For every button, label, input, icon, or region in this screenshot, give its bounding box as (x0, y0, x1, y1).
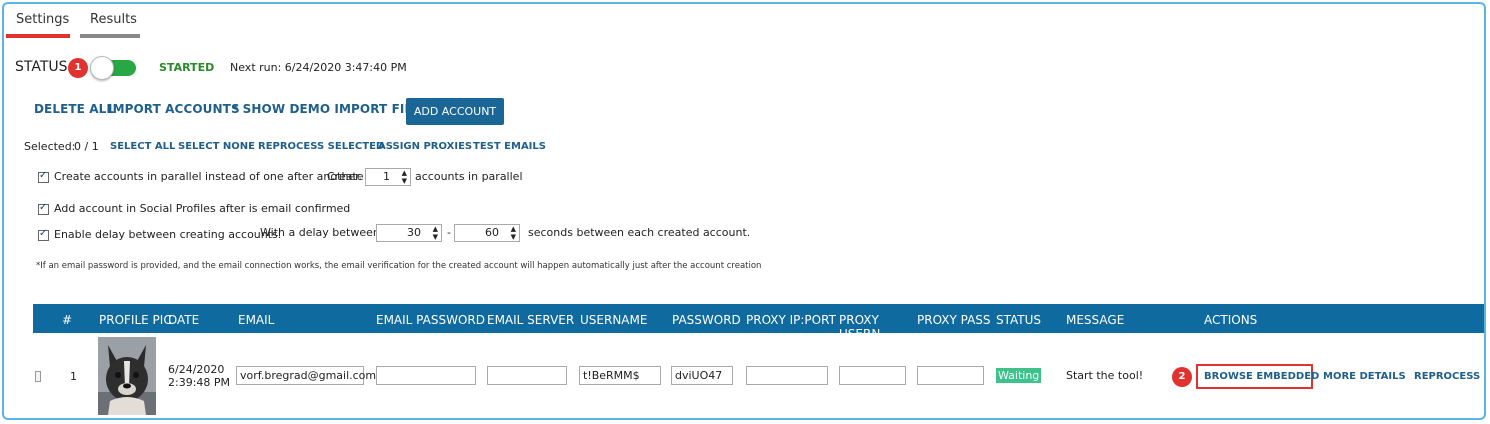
col-header-actions: ACTIONS (1204, 313, 1258, 327)
col-header-index: # (62, 313, 73, 327)
row-select-checkbox[interactable] (35, 371, 41, 382)
next-run-text: Next run: 6/24/2020 3:47:40 PM (230, 61, 407, 74)
row-date: 6/24/2020 2:39:48 PM (168, 363, 230, 389)
username-field[interactable]: t!BeRMM$ (579, 366, 661, 385)
delay-prefix: With a delay between (260, 226, 380, 239)
parallel-suffix: accounts in parallel (415, 170, 523, 183)
add-account-button[interactable]: ADD ACCOUNT (406, 98, 504, 125)
col-header-date: DATE (168, 313, 200, 327)
status-toggle[interactable] (90, 56, 136, 80)
col-header-email-password: EMAIL PASSWORD (376, 313, 485, 327)
show-demo-import-link[interactable]: * SHOW DEMO IMPORT FILE (232, 102, 421, 116)
callout-badge-1: 1 (68, 58, 88, 78)
col-header-email: EMAIL (238, 313, 275, 327)
delay-min-stepper[interactable]: 30 ▲ ▼ (376, 224, 442, 242)
spinner-arrows-icon[interactable]: ▲ ▼ (511, 225, 516, 241)
more-details-button[interactable]: MORE DETAILS (1323, 371, 1406, 382)
email-verification-note: *If an email password is provided, and t… (36, 261, 762, 271)
status-badge: Waiting (996, 368, 1042, 383)
delay-min-value: 30 (407, 226, 421, 239)
parallel-checkbox[interactable] (38, 170, 49, 183)
tab-settings-underline (6, 34, 70, 38)
parallel-count-stepper[interactable]: 1 ▲ ▼ (365, 168, 411, 186)
row-date-line2: 2:39:48 PM (168, 376, 231, 389)
parallel-create-label: Create (327, 170, 364, 183)
reprocess-button[interactable]: REPROCESS (1414, 371, 1480, 382)
selected-label: Selected: (24, 140, 76, 153)
test-emails-link[interactable]: TEST EMAILS (473, 141, 546, 152)
proxy-user-field[interactable] (839, 366, 906, 385)
delay-label: Enable delay between creating accounts. (54, 228, 282, 241)
row-index: 1 (70, 370, 77, 383)
col-header-message: MESSAGE (1066, 313, 1125, 327)
delete-all-link[interactable]: DELETE ALL (34, 102, 114, 116)
delay-checkbox[interactable] (38, 228, 49, 241)
delay-suffix: seconds between each created account. (528, 226, 751, 239)
status-state: STARTED (159, 61, 215, 74)
profile-pic (98, 337, 156, 415)
assign-proxies-link[interactable]: ASSIGN PROXIES (378, 141, 472, 152)
col-header-email-server: EMAIL SERVER (487, 313, 575, 327)
delay-max-value: 60 (485, 226, 499, 239)
delay-max-stepper[interactable]: 60 ▲ ▼ (454, 224, 520, 242)
status-label: STATUS (15, 59, 68, 75)
import-accounts-link[interactable]: IMPORT ACCOUNTS (108, 102, 240, 116)
proxy-ip-field[interactable] (746, 366, 828, 385)
select-none-link[interactable]: SELECT NONE (178, 141, 255, 152)
callout-badge-2: 2 (1172, 367, 1192, 387)
parallel-label: Create accounts in parallel instead of o… (54, 170, 363, 183)
row-message: Start the tool! (1066, 369, 1144, 382)
tab-results[interactable]: Results (90, 12, 137, 27)
selected-count: 0 / 1 (74, 140, 99, 153)
email-password-field[interactable] (376, 366, 476, 385)
email-server-field[interactable] (487, 366, 567, 385)
browse-embedded-button[interactable]: BROWSE EMBEDDED (1204, 371, 1319, 382)
toggle-knob (90, 56, 114, 80)
proxy-pass-field[interactable] (917, 366, 984, 385)
app-frame: Settings Results STATUS 1 STARTED Next r… (2, 2, 1486, 420)
email-field[interactable]: vorf.bregrad@gmail.com (236, 366, 376, 385)
col-header-proxy-ip: PROXY IP:PORT (746, 313, 836, 327)
spinner-arrows-icon[interactable]: ▲ ▼ (402, 169, 407, 185)
tab-settings[interactable]: Settings (16, 12, 69, 27)
select-all-link[interactable]: SELECT ALL (110, 141, 175, 152)
col-header-status: STATUS (996, 313, 1042, 327)
row-date-line1: 6/24/2020 (168, 363, 225, 376)
spinner-arrows-icon[interactable]: ▲ ▼ (433, 225, 438, 241)
reprocess-selected-link[interactable]: REPROCESS SELECTED (258, 141, 384, 152)
parallel-count-value: 1 (383, 170, 390, 183)
password-field[interactable]: dviUO47 (671, 366, 733, 385)
col-header-username: USERNAME (580, 313, 648, 327)
tab-results-underline (80, 34, 140, 38)
col-header-proxy-pass: PROXY PASS (917, 313, 991, 327)
social-profiles-label: Add account in Social Profiles after is … (54, 202, 351, 215)
social-profiles-checkbox[interactable] (38, 202, 49, 215)
col-header-profile-pic: PROFILE PIC (99, 313, 172, 327)
col-header-password: PASSWORD (672, 313, 741, 327)
dog-photo-icon (98, 337, 156, 415)
delay-dash: - (447, 226, 451, 239)
